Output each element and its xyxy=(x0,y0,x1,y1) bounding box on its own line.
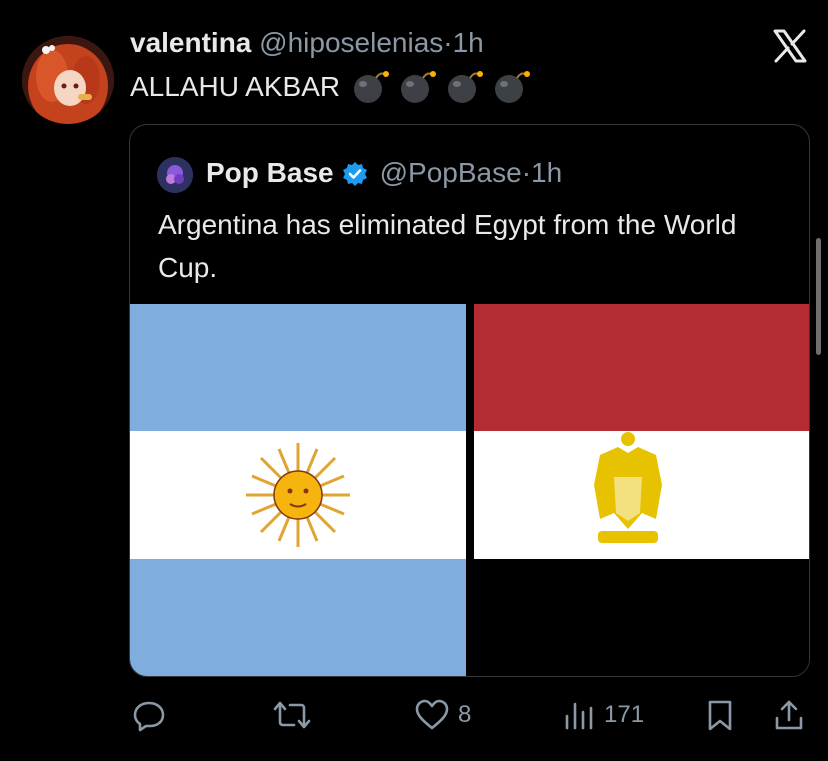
quoted-display-name[interactable]: Pop Base xyxy=(206,155,334,191)
bomb-icon xyxy=(495,71,531,103)
tweet-text: ALLAHU AKBAR xyxy=(130,68,535,106)
share-icon xyxy=(775,700,803,730)
reply-button[interactable] xyxy=(132,690,174,740)
flags-image xyxy=(130,304,809,676)
quoted-tweet-text: Argentina has eliminated Egypt from the … xyxy=(158,209,737,283)
action-bar: 8 171 xyxy=(0,690,828,740)
quoted-avatar[interactable] xyxy=(157,157,193,193)
reply-icon xyxy=(133,701,165,732)
separator-dot: · xyxy=(443,27,453,58)
bomb-icon xyxy=(448,71,484,103)
quoted-separator-dot: · xyxy=(521,157,532,188)
quoted-timestamp[interactable]: 1h xyxy=(531,155,562,191)
views-count: 171 xyxy=(604,701,645,728)
bomb-icon xyxy=(401,71,437,103)
heart-icon xyxy=(415,699,449,730)
views-button[interactable]: 171 xyxy=(562,690,644,740)
retweet-button[interactable] xyxy=(272,690,320,740)
avatar[interactable] xyxy=(22,36,114,124)
x-logo-icon[interactable] xyxy=(772,28,808,64)
tweet-body: ALLAHU AKBAR xyxy=(130,71,341,102)
avatar-image xyxy=(22,36,114,124)
emoji-row xyxy=(350,69,535,105)
egypt-flag xyxy=(474,304,809,676)
quoted-tweet[interactable]: Pop Base @PopBase · 1h Argentina has elimi… xyxy=(129,124,810,677)
user-handle[interactable]: @hiposelenias xyxy=(259,27,443,58)
tweet-header: valentina @hiposelenias·1h xyxy=(130,26,484,60)
bookmark-button[interactable] xyxy=(704,690,736,740)
bookmark-icon xyxy=(708,700,732,731)
tweet-screen: valentina @hiposelenias·1h ALLAHU AKBAR xyxy=(0,0,828,761)
display-name[interactable]: valentina xyxy=(130,27,251,58)
argentina-flag xyxy=(130,304,466,676)
bomb-icon xyxy=(354,71,390,103)
like-count: 8 xyxy=(458,701,472,728)
sun-of-may-icon xyxy=(246,443,350,547)
quoted-handle[interactable]: @PopBase xyxy=(380,155,522,191)
share-button[interactable] xyxy=(772,690,806,740)
verified-badge-icon xyxy=(342,160,368,186)
like-button[interactable]: 8 xyxy=(414,690,471,740)
views-icon xyxy=(565,702,593,730)
quoted-media[interactable] xyxy=(130,304,809,676)
timestamp[interactable]: 1h xyxy=(453,27,484,58)
quoted-header: Pop Base @PopBase · 1h xyxy=(206,155,562,191)
scrollbar[interactable] xyxy=(816,238,821,355)
retweet-icon xyxy=(273,701,311,729)
